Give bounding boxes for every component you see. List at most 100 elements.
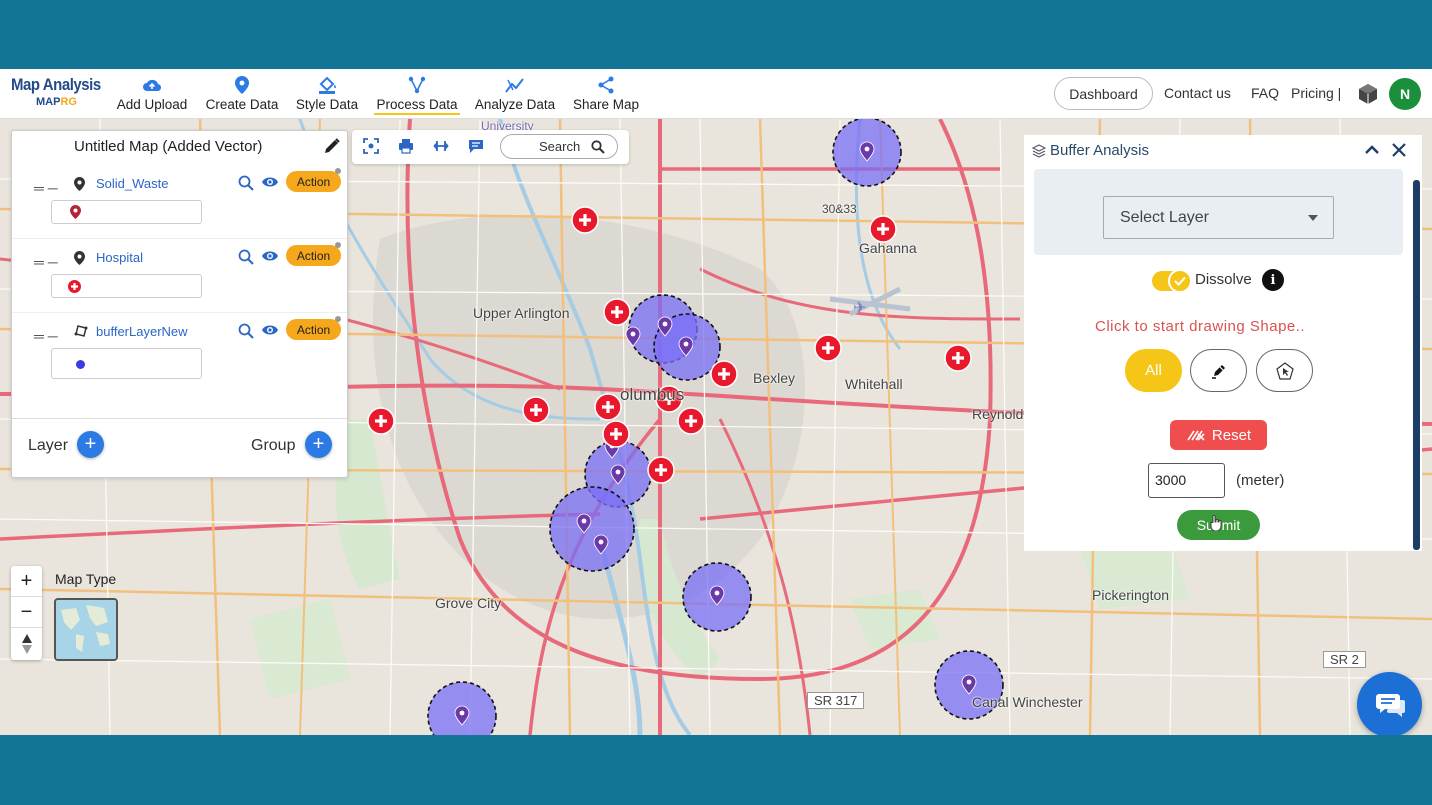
status-dot (335, 316, 341, 322)
share-icon (571, 75, 641, 95)
zoom-in-button[interactable]: + (11, 566, 42, 597)
draw-freehand-button[interactable] (1190, 349, 1247, 392)
zoom-to-layer-icon[interactable] (238, 175, 254, 196)
contact-link[interactable]: Contact us (1164, 85, 1231, 101)
pricing-link[interactable]: Pricing | (1291, 85, 1341, 101)
draw-polygon-button[interactable] (1256, 349, 1313, 392)
cube-icon[interactable] (1357, 83, 1379, 110)
add-group-button[interactable]: + (305, 431, 332, 458)
polygon-icon (74, 324, 88, 343)
nav-process-data[interactable]: Process Data (374, 75, 460, 115)
layers-icon (1032, 143, 1046, 158)
polygon-select-icon (1275, 361, 1294, 380)
hospital-marker (603, 298, 631, 326)
logo[interactable]: Map Analysis MAPRG (11, 75, 106, 108)
place-label: Reynold (972, 406, 1024, 422)
zoom-to-layer-icon[interactable] (238, 249, 254, 270)
search-button[interactable]: Search (500, 134, 618, 159)
layer-symbol-swatch[interactable] (51, 200, 202, 224)
drag-handle-icon[interactable]: ═ ─ (34, 254, 58, 270)
layer-name[interactable]: Hospital (96, 250, 143, 265)
action-button[interactable]: Action (286, 245, 341, 266)
info-icon[interactable]: i (1262, 269, 1284, 291)
add-layer-button[interactable]: + (77, 431, 104, 458)
avatar[interactable]: N (1389, 78, 1421, 110)
search-icon (591, 140, 605, 154)
drag-handle-icon[interactable]: ═ ─ (34, 328, 58, 344)
blue-dot-icon (76, 360, 85, 369)
hospital-cross-icon (68, 280, 81, 293)
reset-north-button[interactable] (11, 628, 42, 659)
zoom-to-layer-icon[interactable] (238, 323, 254, 344)
layer-panel: Untitled Map (Added Vector) ═ ─ Solid_Wa… (11, 130, 348, 478)
panel-header: Buffer Analysis (1032, 142, 1149, 159)
eye-icon[interactable] (261, 323, 279, 342)
app-frame: Map Analysis MAPRG Add Upload Create Dat… (0, 69, 1432, 735)
layer-symbol-swatch[interactable] (51, 274, 202, 298)
comment-icon[interactable] (468, 138, 484, 159)
route-shield: SR 317 (807, 692, 865, 709)
nav-add-upload[interactable]: Add Upload (114, 75, 190, 112)
hand-cursor-icon (1210, 514, 1222, 536)
layer-symbol-swatch[interactable] (51, 348, 202, 379)
nav-analyze-data[interactable]: Analyze Data (473, 75, 557, 112)
measure-icon[interactable] (433, 138, 449, 159)
buffer-distance-input[interactable]: 3000 (1148, 463, 1225, 498)
compass-icon (21, 633, 32, 654)
red-pin-icon (70, 205, 81, 219)
chevron-up-icon[interactable] (1364, 142, 1380, 163)
nav-share-map[interactable]: Share Map (571, 75, 641, 112)
action-button[interactable]: Action (286, 171, 341, 192)
layer-label: Layer (28, 437, 69, 454)
layer-row-buffer[interactable]: ═ ─ bufferLayerNew Action (12, 313, 347, 387)
hospital-marker (602, 420, 630, 448)
buffer-zone (549, 486, 635, 572)
dissolve-toggle[interactable] (1152, 269, 1192, 293)
place-label: Upper Arlington (473, 305, 570, 321)
nav-style-data[interactable]: Style Data (294, 75, 360, 112)
pencil-icon[interactable] (323, 137, 341, 160)
faq-link[interactable]: FAQ (1251, 85, 1279, 101)
buffer-analysis-panel: Buffer Analysis Select Layer Dissolve i … (1024, 135, 1422, 551)
eye-icon[interactable] (261, 175, 279, 194)
check-icon (1168, 269, 1192, 293)
location-pin-icon (203, 75, 281, 95)
dissolve-label: Dissolve (1195, 271, 1252, 288)
hospital-marker (571, 206, 599, 234)
map-type-thumbnail[interactable] (54, 598, 118, 661)
select-layer-dropdown[interactable]: Select Layer (1103, 196, 1334, 239)
unit-label: (meter) (1236, 472, 1285, 489)
process-nodes-icon (374, 75, 460, 95)
all-shapes-button[interactable]: All (1125, 349, 1182, 392)
reset-button[interactable]: Reset (1170, 420, 1267, 450)
layer-name[interactable]: Solid_Waste (96, 176, 169, 191)
layer-row-hospital[interactable]: ═ ─ Hospital Action (12, 239, 347, 313)
hospital-marker (367, 407, 395, 435)
dashboard-button[interactable]: Dashboard (1054, 77, 1153, 110)
eye-icon[interactable] (261, 249, 279, 268)
status-dot (335, 168, 341, 174)
print-icon[interactable] (398, 138, 414, 159)
hospital-marker (594, 393, 622, 421)
layer-name[interactable]: bufferLayerNew (96, 324, 188, 339)
hospital-marker (677, 407, 705, 435)
panel-scrollbar[interactable] (1413, 180, 1420, 550)
top-navbar: Map Analysis MAPRG Add Upload Create Dat… (0, 69, 1432, 119)
hospital-marker (522, 396, 550, 424)
chat-button[interactable] (1357, 672, 1422, 735)
drag-handle-icon[interactable]: ═ ─ (34, 180, 58, 196)
action-button[interactable]: Action (286, 319, 341, 340)
cloud-upload-icon (114, 75, 190, 95)
nav-create-data[interactable]: Create Data (203, 75, 281, 112)
layer-row-solid-waste[interactable]: ═ ─ Solid_Waste Action (12, 165, 347, 239)
analyze-chart-icon (473, 75, 557, 95)
hospital-marker (814, 334, 842, 362)
fullscreen-focus-icon[interactable] (363, 138, 379, 159)
close-icon[interactable] (1391, 142, 1407, 163)
zoom-controls: + − (11, 566, 42, 660)
zoom-out-button[interactable]: − (11, 597, 42, 628)
hospital-marker (944, 344, 972, 372)
map-toolbar: Search (352, 130, 629, 164)
route-shield: SR 2 (1323, 651, 1366, 668)
map-title: Untitled Map (Added Vector) (74, 138, 263, 155)
